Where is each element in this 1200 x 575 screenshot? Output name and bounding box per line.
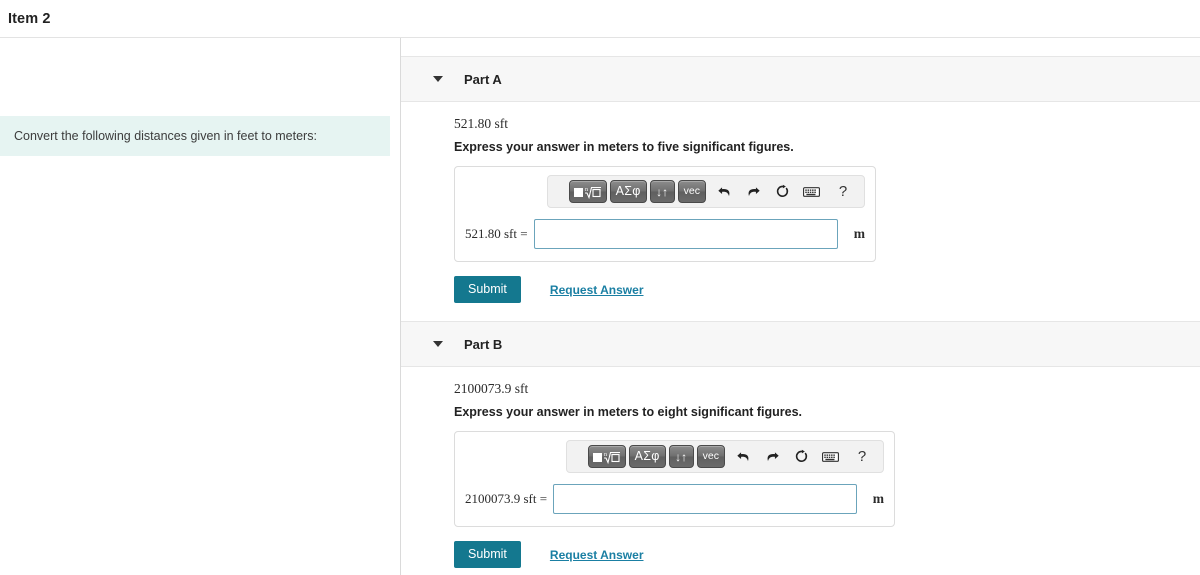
part-b-answer-input[interactable] (553, 484, 857, 514)
part-a-answer-input[interactable] (533, 219, 838, 249)
undo-icon[interactable] (732, 445, 754, 468)
part-b-instruction: Express your answer in meters to eight s… (454, 405, 803, 419)
redo-icon[interactable] (761, 445, 783, 468)
keyboard-icon[interactable] (800, 180, 822, 203)
part-b-body: 2100073.9 sft Express your answer in met… (401, 367, 1200, 568)
app-header: Item 2 (0, 0, 1200, 38)
part-b-given-value: 2100073.9 sft (454, 381, 529, 396)
redo-icon[interactable] (742, 180, 764, 203)
svg-text:n: n (604, 452, 607, 458)
part-b-header[interactable]: Part B (401, 321, 1200, 367)
part-b-math-toolbar: n ΑΣφ ↓↑ vec ? (566, 440, 884, 473)
part-a-request-answer-link[interactable]: Request Answer (550, 283, 644, 297)
vector-icon[interactable]: vec (677, 180, 706, 203)
part-a-header[interactable]: Part A (401, 56, 1200, 102)
part-section-a: Part A 521.80 sft Express your answer in… (401, 56, 1200, 303)
undo-icon[interactable] (713, 180, 735, 203)
part-b-answer-box: n ΑΣφ ↓↑ vec ? 2100073.9 sft = m (454, 431, 895, 527)
math-template-icon[interactable]: n (568, 180, 607, 203)
greek-symbols-icon[interactable]: ΑΣφ (609, 180, 647, 203)
page-title: Item 2 (8, 10, 51, 27)
updown-arrows-icon[interactable]: ↓↑ (668, 445, 694, 468)
part-b-label: Part B (464, 336, 503, 352)
parts-pane: Part A 521.80 sft Express your answer in… (401, 38, 1200, 575)
part-b-actions: Submit Request Answer (454, 541, 1200, 568)
body-split: Convert the following distances given in… (0, 38, 1200, 575)
help-icon[interactable]: ? (832, 180, 854, 203)
problem-statement: Convert the following distances given in… (0, 116, 390, 157)
problem-pane: Convert the following distances given in… (0, 38, 401, 575)
part-a-answer-box: n ΑΣφ ↓↑ vec ? 521.80 sft = m (454, 166, 876, 262)
part-section-b: Part B 2100073.9 sft Express your answer… (401, 321, 1200, 568)
keyboard-icon[interactable] (819, 445, 841, 468)
part-a-answer-row: 521.80 sft = m (465, 219, 865, 249)
part-a-instruction: Express your answer in meters to five si… (454, 140, 794, 154)
help-icon[interactable]: ? (851, 445, 873, 468)
part-a-body: 521.80 sft Express your answer in meters… (401, 102, 1200, 303)
math-template-icon[interactable]: n (587, 445, 626, 468)
updown-arrows-icon[interactable]: ↓↑ (649, 180, 675, 203)
reset-icon[interactable] (771, 180, 793, 203)
part-a-submit-button[interactable]: Submit (454, 276, 521, 303)
part-a-answer-prefix: 521.80 sft = (465, 226, 528, 241)
part-a-actions: Submit Request Answer (454, 276, 1200, 303)
chevron-down-icon[interactable] (433, 341, 443, 347)
part-a-answer-unit: m (853, 226, 865, 241)
part-b-submit-button[interactable]: Submit (454, 541, 521, 568)
part-a-label: Part A (464, 71, 502, 87)
chevron-down-icon[interactable] (433, 76, 443, 82)
part-b-answer-row: 2100073.9 sft = m (465, 484, 884, 514)
reset-icon[interactable] (790, 445, 812, 468)
part-b-request-answer-link[interactable]: Request Answer (550, 548, 644, 562)
part-a-math-toolbar: n ΑΣφ ↓↑ vec ? (547, 175, 865, 208)
greek-symbols-icon[interactable]: ΑΣφ (628, 445, 666, 468)
part-b-answer-prefix: 2100073.9 sft = (465, 491, 548, 506)
svg-text:n: n (585, 187, 588, 193)
pane-top-spacer (401, 38, 1200, 56)
vector-icon[interactable]: vec (696, 445, 725, 468)
part-a-given-value: 521.80 sft (454, 116, 508, 131)
part-b-answer-unit: m (872, 491, 884, 506)
